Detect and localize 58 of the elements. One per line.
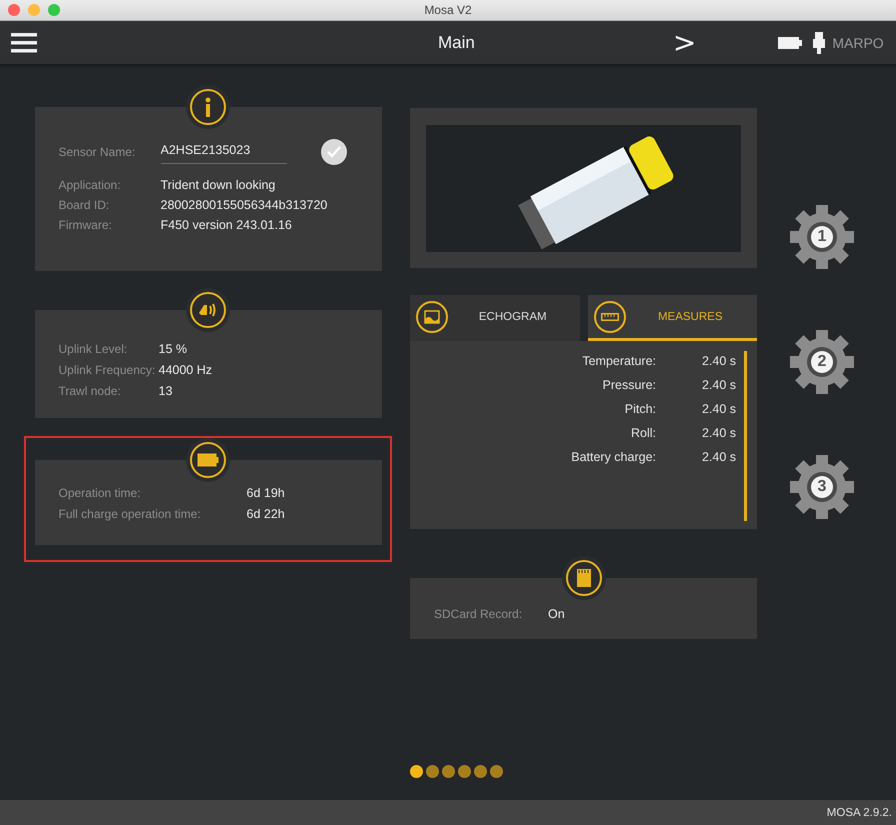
field-label: Application: xyxy=(58,178,122,192)
field-value: 6d 22h xyxy=(246,506,285,520)
brand-logo: MARPO xyxy=(832,34,884,50)
measure-value: 2.40 s xyxy=(700,402,737,416)
screen-title: Main xyxy=(438,32,475,52)
page-indicator-dot[interactable] xyxy=(410,765,423,778)
field-label: Firmware: xyxy=(58,218,113,232)
measure-value: 2.40 s xyxy=(700,450,737,464)
field-value: 28002800155056344b313720 xyxy=(160,198,328,212)
tab[interactable]: ECHOGRAM xyxy=(410,295,580,341)
check-icon xyxy=(326,146,340,158)
measure-label: Pressure: xyxy=(602,378,656,392)
measure-value: 2.40 s xyxy=(700,354,737,368)
scrollbar[interactable] xyxy=(744,351,747,521)
page-indicator-dot[interactable] xyxy=(474,765,487,778)
measure-value: 2.40 s xyxy=(700,378,737,392)
page-indicator-dot[interactable] xyxy=(426,765,439,778)
gear-icon xyxy=(789,204,855,270)
sensor-name-field[interactable]: A2HSE2135023 xyxy=(160,140,286,164)
field-label: Uplink Frequency: xyxy=(58,362,156,376)
measure-label: Roll: xyxy=(630,426,656,440)
field-label: Sensor Name: xyxy=(58,145,136,159)
next-button[interactable]: > xyxy=(668,28,700,56)
battery-icon xyxy=(778,36,802,48)
measure-value: 2.40 s xyxy=(700,426,737,440)
gear-icon xyxy=(789,454,855,520)
close-button[interactable] xyxy=(8,4,20,16)
field-value: 13 xyxy=(158,384,172,398)
page-indicator-dot[interactable] xyxy=(458,765,471,778)
confirm-button[interactable] xyxy=(320,139,346,165)
field-label: Full charge operation time: xyxy=(58,506,202,520)
usb-icon xyxy=(813,32,826,54)
measure-label: Battery charge: xyxy=(571,450,656,464)
measure-label: Temperature: xyxy=(582,354,656,368)
window-title: Mosa V2 xyxy=(424,3,472,17)
field-value: F450 version 243.01.16 xyxy=(160,218,292,232)
field-value: 15 % xyxy=(158,342,187,356)
field-value: On xyxy=(548,606,565,620)
gear-button[interactable]: 3 xyxy=(789,454,855,520)
page-indicator-dot[interactable] xyxy=(442,765,455,778)
gear-button[interactable]: 1 xyxy=(789,204,855,270)
ruler-icon xyxy=(594,300,626,332)
field-value: 6d 19h xyxy=(246,486,285,500)
menu-icon[interactable] xyxy=(11,32,37,54)
tab[interactable]: MEASURES xyxy=(588,295,757,341)
field-label: SDCard Record: xyxy=(434,606,524,620)
landscape-icon xyxy=(416,300,448,332)
field-value: 44000 Hz xyxy=(158,362,212,376)
version-label: MOSA 2.9.2. xyxy=(826,806,892,818)
page-indicator-dot[interactable] xyxy=(490,765,503,778)
measure-label: Pitch: xyxy=(624,402,656,416)
field-value: Trident down looking xyxy=(160,178,276,192)
gear-icon xyxy=(789,329,855,395)
gear-button[interactable]: 2 xyxy=(789,329,855,395)
field-label: Trawl node: xyxy=(58,384,122,398)
field-label: Board ID: xyxy=(58,198,110,212)
field-label: Operation time: xyxy=(58,486,142,500)
field-label: Uplink Level: xyxy=(58,342,128,356)
